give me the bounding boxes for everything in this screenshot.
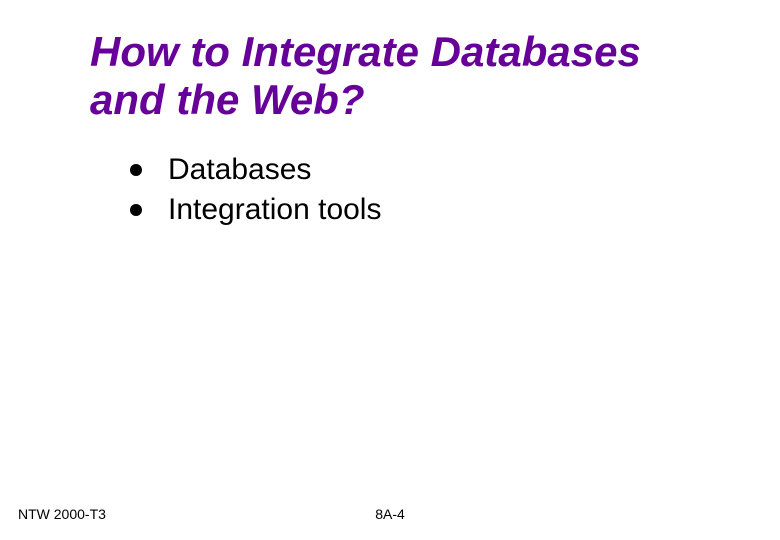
bullet-icon — [130, 204, 142, 216]
bullet-icon — [130, 164, 142, 176]
list-item: Databases — [130, 153, 780, 187]
footer-page-number: 8A-4 — [375, 506, 405, 522]
bullet-text: Databases — [168, 153, 311, 187]
list-item: Integration tools — [130, 193, 780, 227]
footer-left: NTW 2000-T3 — [18, 506, 106, 522]
slide-title: How to Integrate Databases and the Web? — [0, 28, 780, 125]
bullet-list: Databases Integration tools — [0, 153, 780, 227]
slide: How to Integrate Databases and the Web? … — [0, 0, 780, 540]
bullet-text: Integration tools — [168, 193, 381, 227]
